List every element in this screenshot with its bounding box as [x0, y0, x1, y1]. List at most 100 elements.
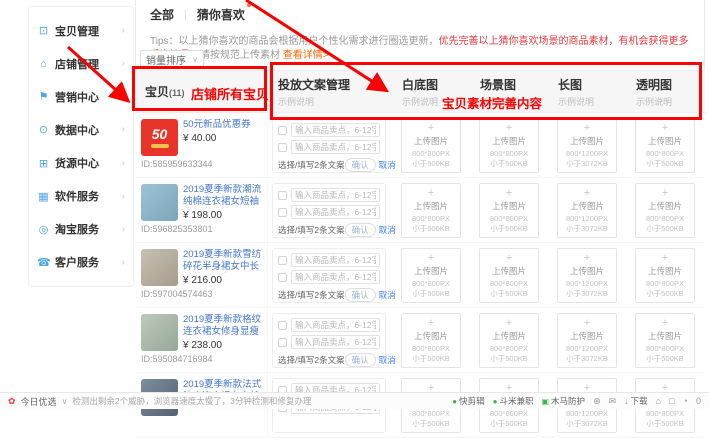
browser-status-bar: ✿ 今日优选 ∨ 检测出剩余2个威胁，浏览器速度太慢了，3分钟检测和修复办理 ●… [0, 392, 709, 409]
example-link[interactable]: 示例说明 [402, 95, 470, 108]
download-button[interactable]: ↓下载 [624, 395, 648, 407]
example-link[interactable]: 示例说明 [480, 95, 548, 108]
message-icon[interactable]: ✉ [609, 396, 617, 407]
coupon-thumbnail: 50 [141, 119, 178, 156]
checkbox[interactable] [278, 321, 287, 330]
upload-whitebg-button[interactable]: + 上传图片 800*800PX 小于500KB [401, 248, 461, 303]
checkbox[interactable] [278, 143, 287, 152]
example-link[interactable]: 示例说明 [278, 95, 392, 108]
netbank-icon[interactable]: ⊕ [593, 396, 601, 407]
selling-point-input[interactable] [291, 318, 380, 332]
confirm-button[interactable]: 确认 [345, 158, 376, 172]
plus-icon: + [428, 318, 434, 329]
promo-label[interactable]: 今日优选 [21, 395, 57, 408]
upload-scene-button[interactable]: + 上传图片 800*800PX 小于500KB [479, 118, 539, 173]
product-id: ID:585959633344 [141, 159, 263, 169]
column-header-long: 长图 示例说明 [548, 76, 626, 108]
tool-quick-clip[interactable]: ●快剪辑 [452, 395, 484, 407]
checkbox[interactable] [278, 256, 287, 265]
task-count[interactable]: 0 [696, 396, 701, 406]
home-icon[interactable]: ⌂ [656, 396, 661, 406]
table-header: 宝贝(11) 投放文案管理 示例说明 白底图 示例说明 场景图 示例说明 长图 … [135, 70, 705, 113]
checkbox[interactable] [278, 273, 287, 282]
upload-long-button[interactable]: + 上传图片 800*1200PX 小于3072KB [557, 118, 617, 173]
marketing-flag-icon: ⚑ [37, 90, 50, 103]
sort-dropdown[interactable]: 销量排序 ∨ [140, 50, 204, 69]
product-thumbnail [141, 314, 178, 351]
product-price: ¥ 198.00 [183, 210, 263, 221]
upload-long-button[interactable]: + 上传图片 800*1200PX 小于3072KB [557, 313, 617, 368]
upload-transparent-button[interactable]: + 上传图片 800*800PX 小于500KB [635, 183, 695, 238]
sidebar: ⊡ 宝贝管理 › ⌂ 店铺管理 › ⚑ 营销中心 › ⊙ 数据中心 › ⊞ 货源… [28, 6, 134, 287]
table-row: 2019夏季新款潮流纯棉连衣裙女短袖收腰中长款 ¥ 198.00 ID:5968… [135, 178, 705, 243]
plus-icon: + [662, 123, 668, 134]
sidebar-item-label: 客户服务 [55, 254, 117, 270]
sidebar-item-label: 软件服务 [55, 188, 117, 204]
tab-guess-you-like[interactable]: 猜你喜欢 [197, 6, 245, 23]
example-link[interactable]: 示例说明 [558, 95, 626, 108]
tool-trojan-protect[interactable]: ▣木马防护 [541, 395, 585, 407]
selling-point-input[interactable] [291, 335, 380, 349]
coupon-band [151, 144, 169, 148]
checkbox[interactable] [278, 338, 287, 347]
upload-transparent-button[interactable]: + 上传图片 800*800PX 小于500KB [635, 248, 695, 303]
sidebar-item-marketing-center[interactable]: ⚑ 营销中心 › [29, 89, 133, 105]
confirm-button[interactable]: 确认 [345, 353, 376, 367]
sidebar-item-product-manage[interactable]: ⊡ 宝贝管理 › [29, 23, 133, 39]
product-id: ID:597004574463 [141, 289, 263, 299]
copy-hint: 选择/填写2条文案 [278, 354, 345, 366]
product-title-link[interactable]: 2019夏季新款潮流纯棉连衣裙女短袖收腰中长款 [183, 184, 263, 208]
table-row: 2019夏季新款雪纺碎花半身裙女中长款荷叶边白 ¥ 216.00 ID:5970… [135, 243, 705, 308]
checkbox[interactable] [278, 191, 287, 200]
product-thumbnail [141, 184, 178, 221]
selling-point-input[interactable] [291, 188, 380, 202]
chevron-down-icon[interactable]: ∨ [62, 397, 68, 406]
sidebar-item-customer-service[interactable]: ☎ 客户服务 › [29, 254, 133, 270]
green-shield-icon: ▣ [541, 397, 549, 406]
upload-transparent-button[interactable]: + 上传图片 800*800PX 小于500KB [635, 313, 695, 368]
sidebar-item-shop-manage[interactable]: ⌂ 店铺管理 › [29, 56, 133, 72]
software-grid-icon: ▦ [37, 190, 50, 203]
confirm-button[interactable]: 确认 [345, 288, 376, 302]
selling-point-input[interactable] [291, 270, 380, 284]
sidebar-item-supply-center[interactable]: ⊞ 货源中心 › [29, 155, 133, 171]
tool-doumi-job[interactable]: ●斗米兼职 [493, 395, 534, 407]
example-link[interactable]: 示例说明 [636, 95, 704, 108]
selling-point-input[interactable] [291, 205, 380, 219]
green-dot-icon: ● [452, 397, 457, 406]
material-table: 宝贝(11) 投放文案管理 示例说明 白底图 示例说明 场景图 示例说明 长图 … [135, 70, 705, 438]
copy-hint: 选择/填写2条文案 [278, 159, 345, 171]
checkbox[interactable] [278, 208, 287, 217]
selling-point-input[interactable] [291, 140, 380, 154]
tab-divider: | [184, 9, 187, 21]
upload-long-button[interactable]: + 上传图片 800*1200PX 小于3072KB [557, 248, 617, 303]
checkbox[interactable] [278, 126, 287, 135]
speedup-icon[interactable]: ◔ [683, 396, 688, 406]
sidebar-item-software-service[interactable]: ▦ 软件服务 › [29, 188, 133, 204]
upload-scene-button[interactable]: + 上传图片 800*800PX 小于500KB [479, 183, 539, 238]
upload-whitebg-button[interactable]: + 上传图片 800*800PX 小于500KB [401, 118, 461, 173]
upload-scene-button[interactable]: + 上传图片 800*800PX 小于500KB [479, 313, 539, 368]
window-icon[interactable]: □ [669, 396, 674, 406]
selling-point-input[interactable] [291, 123, 380, 137]
copy-edit-box: 选择/填写2条文案 确认 取消 [272, 183, 386, 238]
sidebar-item-taobao-service[interactable]: ◎ 淘宝服务 › [29, 221, 133, 237]
chevron-right-icon: › [122, 25, 125, 36]
selling-point-input[interactable] [291, 253, 380, 267]
upload-whitebg-button[interactable]: + 上传图片 800*800PX 小于500KB [401, 183, 461, 238]
upload-scene-button[interactable]: + 上传图片 800*800PX 小于500KB [479, 248, 539, 303]
plus-icon: + [584, 188, 590, 199]
upload-whitebg-button[interactable]: + 上传图片 800*800PX 小于500KB [401, 313, 461, 368]
product-title-link[interactable]: 50元新品优惠券 [183, 119, 251, 131]
tab-all[interactable]: 全部 [150, 6, 174, 23]
product-title-link[interactable]: 2019夏季新款格纹连衣裙女修身显瘦小众网红 [183, 314, 263, 338]
plus-icon: + [662, 188, 668, 199]
sidebar-item-data-center[interactable]: ⊙ 数据中心 › [29, 122, 133, 138]
ad-text[interactable]: 检测出剩余2个威胁，浏览器速度太慢了，3分钟检测和修复办理 [72, 395, 311, 407]
upload-transparent-button[interactable]: + 上传图片 800*800PX 小于500KB [635, 118, 695, 173]
confirm-button[interactable]: 确认 [345, 223, 376, 237]
product-title-link[interactable]: 2019夏季新款雪纺碎花半身裙女中长款荷叶边白 [183, 249, 263, 273]
upload-long-button[interactable]: + 上传图片 800*1200PX 小于3072KB [557, 183, 617, 238]
plus-icon: + [584, 253, 590, 264]
view-details-link[interactable]: 查看详情> [283, 50, 329, 61]
